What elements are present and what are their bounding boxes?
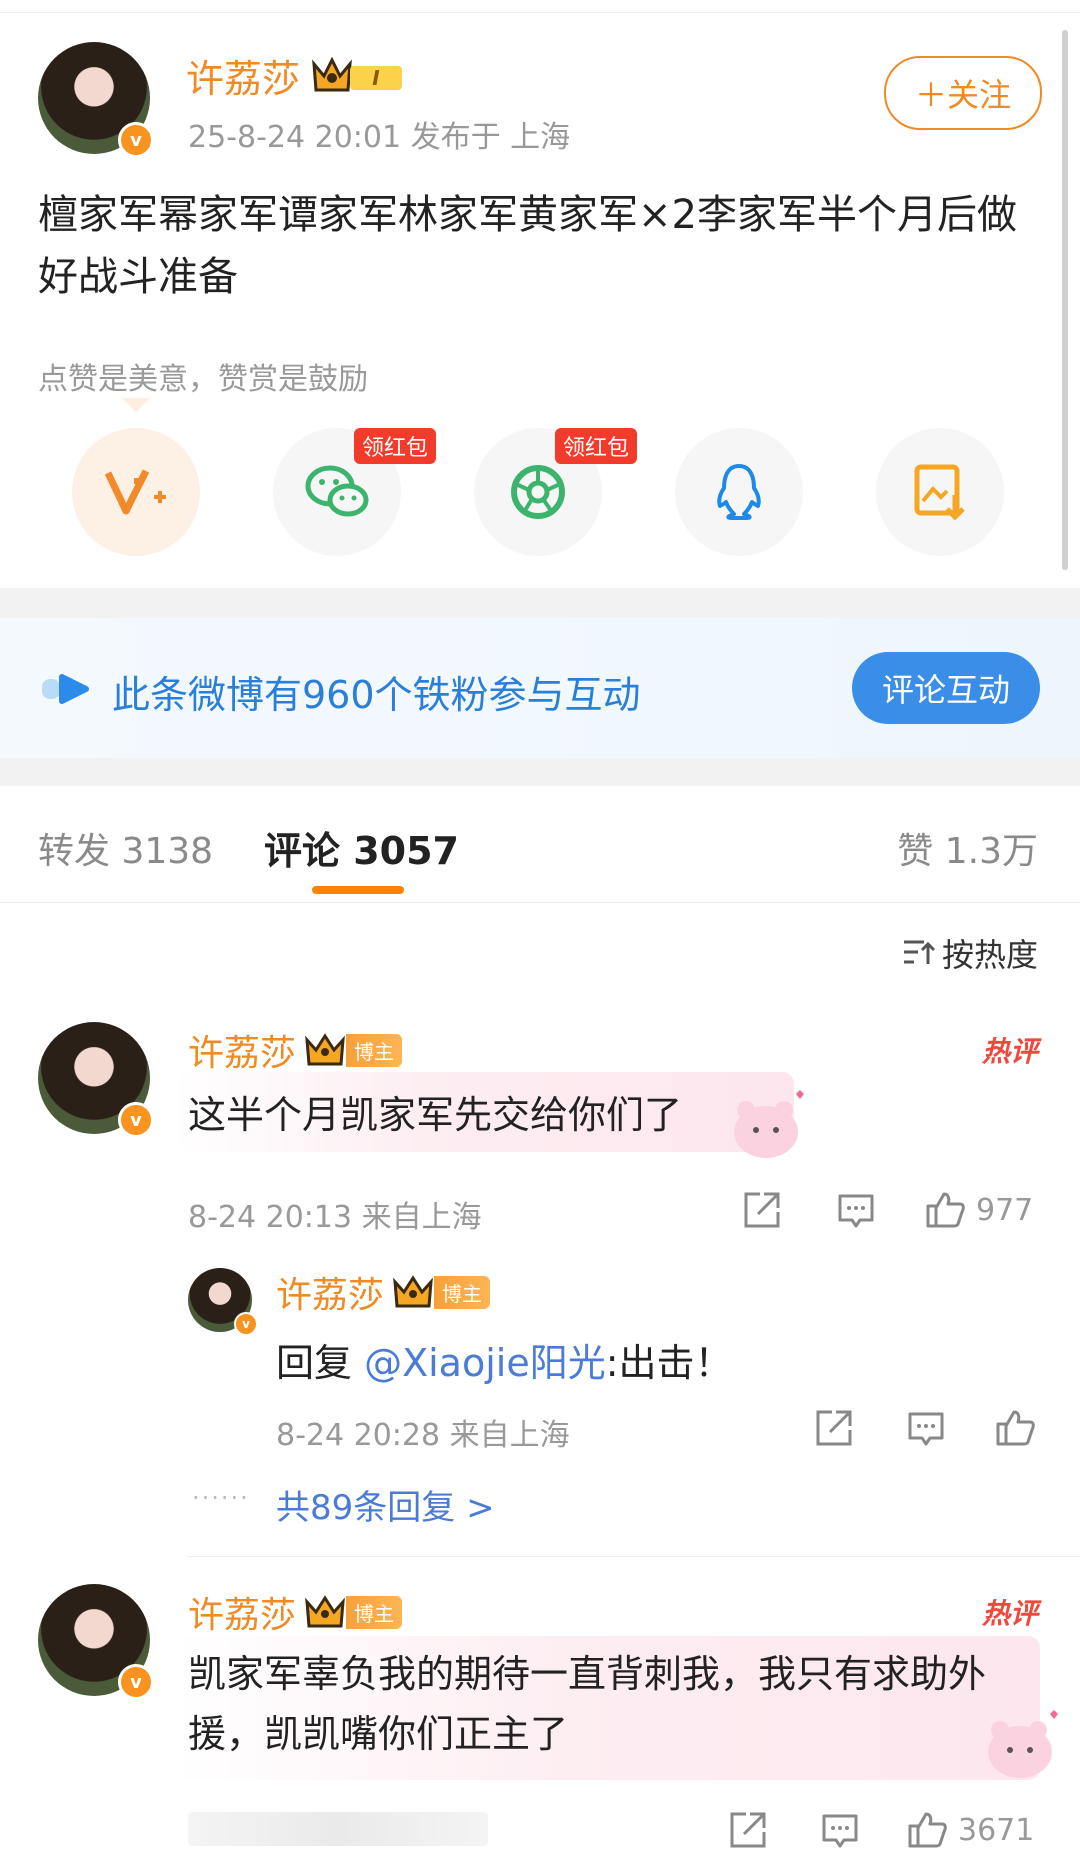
comment-reply-button[interactable]: [836, 1190, 876, 1230]
verified-badge-icon: v: [234, 1312, 258, 1336]
crown-icon: [305, 1595, 345, 1628]
svg-text:I: I: [372, 66, 380, 90]
comment-text: 凯家军辜负我的期待一直背刺我，我只有求助外援，凯凯嘴你们正主了: [188, 1652, 987, 1756]
blogger-tag: 博主: [346, 1033, 403, 1067]
save-image-button[interactable]: [876, 428, 1004, 556]
moments-icon: [511, 465, 565, 519]
reply-share-button[interactable]: [814, 1408, 854, 1448]
blogger-tag: 博主: [346, 1595, 403, 1629]
sticker-bear-icon: [988, 1710, 1058, 1778]
comment-icon: [822, 1814, 858, 1848]
hot-comment-badge: 热评: [981, 1035, 1038, 1068]
thumb-up-icon: [908, 1812, 947, 1848]
sort-button[interactable]: 按热度: [902, 930, 1038, 976]
sort-label: 按热度: [941, 936, 1038, 974]
vplus-button[interactable]: [72, 428, 200, 556]
thumb-up-icon: [926, 1192, 965, 1228]
comment-share-button[interactable]: [742, 1190, 782, 1230]
share-icon: [816, 1410, 852, 1446]
comment-reply-button[interactable]: [820, 1810, 860, 1850]
sort-icon: [903, 940, 936, 964]
reply-prefix: 回复: [276, 1341, 365, 1385]
follow-label: ＋关注: [914, 76, 1011, 114]
thumb-up-icon: [996, 1410, 1035, 1446]
comment-share-button[interactable]: [728, 1810, 768, 1850]
hot-comment-badge: 热评: [981, 1597, 1038, 1630]
comment-author[interactable]: 许荔莎: [188, 1586, 296, 1638]
tab-underline: [312, 886, 404, 894]
vip-crown-icon: I: [310, 54, 408, 98]
tab-likes[interactable]: 赞 1.3万: [897, 822, 1038, 874]
save-image-icon: [914, 464, 965, 521]
wechat-icon: [305, 465, 369, 517]
reply-like-button[interactable]: [994, 1408, 1036, 1448]
comment-icon: [908, 1412, 944, 1446]
post-content: 檀家军幂家军谭家军林家军黄家军×2李家军半个月后做好战斗准备: [38, 192, 1017, 300]
qq-share-button[interactable]: [675, 428, 803, 556]
reply-mention[interactable]: @Xiaojie阳光: [364, 1341, 606, 1385]
tab-comments[interactable]: 评论 3057: [264, 820, 459, 875]
reply-text: :出击！: [605, 1341, 733, 1385]
banner-text: 此条微博有960个铁粉参与互动: [112, 673, 641, 717]
share-icon: [730, 1812, 766, 1848]
reply-author[interactable]: 许荔莎: [276, 1266, 384, 1318]
reward-tip: 点赞是美意，赞赏是鼓励: [38, 362, 368, 397]
fan-interaction-banner[interactable]: 此条微博有960个铁粉参与互动 评论互动: [0, 618, 1080, 758]
crown-icon: [305, 1033, 345, 1066]
comment-time: 8-24 20:13 来自上海: [188, 1200, 482, 1235]
comment-like-button[interactable]: 977: [924, 1190, 1033, 1230]
comment-like-button[interactable]: 3671: [906, 1810, 1034, 1850]
comment-interaction-button[interactable]: 评论互动: [852, 652, 1040, 724]
follow-button[interactable]: ＋关注: [884, 56, 1042, 130]
qq-icon: [717, 464, 761, 520]
like-count: 977: [976, 1192, 1034, 1228]
verified-badge-icon: v: [118, 1102, 154, 1138]
post-meta: 25-8-24 20:01 发布于 上海: [188, 120, 571, 155]
comment-interaction-label: 评论互动: [881, 671, 1010, 709]
hongbao-badge[interactable]: 领红包: [354, 428, 437, 464]
share-icon: [744, 1192, 780, 1228]
comment-icon: [838, 1194, 874, 1228]
comment-time-redacted: [188, 1812, 488, 1846]
crown-icon: [393, 1275, 433, 1308]
scrollbar[interactable]: [1062, 30, 1068, 570]
tab-repost[interactable]: 转发 3138: [38, 822, 213, 874]
reply-time: 8-24 20:28 来自上海: [276, 1418, 570, 1453]
fans-icon: [42, 674, 89, 704]
comment-text: 这半个月凯家军先交给你们了: [188, 1093, 683, 1137]
more-replies-link[interactable]: 共89条回复 >: [276, 1480, 495, 1529]
reply-comment-button[interactable]: [906, 1408, 946, 1448]
comment-author[interactable]: 许荔莎: [188, 1024, 296, 1076]
like-count: 3671: [958, 1812, 1035, 1848]
verified-badge-icon: v: [118, 122, 154, 158]
hongbao-badge-2[interactable]: 领红包: [555, 428, 638, 464]
blogger-tag: 博主: [434, 1275, 491, 1309]
verified-badge-icon: v: [118, 1664, 154, 1700]
author-name[interactable]: 许荔莎: [186, 48, 300, 103]
vplus-icon: [104, 469, 166, 515]
sticker-bear-icon: [734, 1090, 804, 1158]
replies-dots: ······: [192, 1484, 250, 1512]
